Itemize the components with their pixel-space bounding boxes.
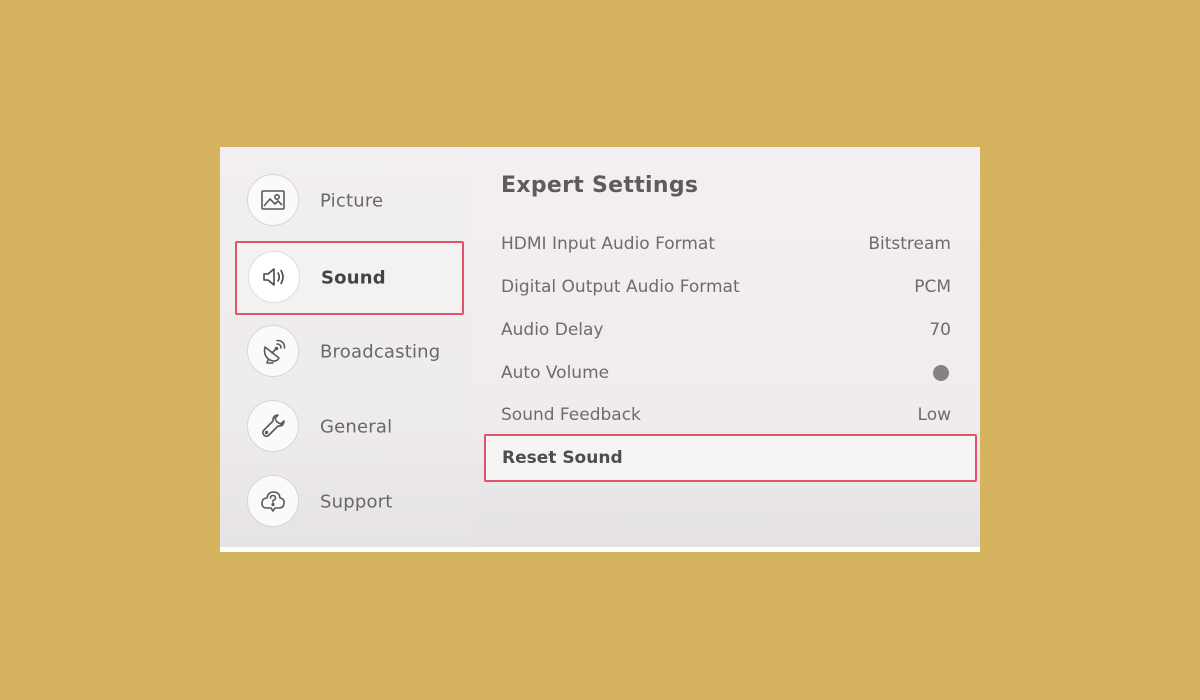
setting-label: Auto Volume [501, 363, 610, 383]
setting-audio-delay[interactable]: Audio Delay 70 [501, 315, 951, 345]
sidebar-item-label: Picture [320, 190, 384, 212]
setting-auto-volume[interactable]: Auto Volume [501, 358, 951, 388]
reset-sound-button[interactable]: Reset Sound [484, 434, 977, 482]
satellite-dish-icon [247, 325, 299, 377]
sidebar-item-support[interactable]: Support [234, 465, 464, 539]
sidebar-item-label: Support [320, 491, 393, 513]
screen-bottom-edge [220, 547, 980, 552]
setting-sound-feedback[interactable]: Sound Feedback Low [501, 400, 951, 430]
sidebar-item-picture[interactable]: Picture [234, 164, 464, 238]
tv-settings-screen: Picture Sound Broadcasting General Suppo… [220, 147, 980, 552]
sidebar-item-general[interactable]: General [234, 390, 464, 464]
expert-settings-panel: Expert Settings HDMI Input Audio Format … [474, 147, 980, 547]
setting-hdmi-input-audio-format[interactable]: HDMI Input Audio Format Bitstream [501, 229, 951, 259]
picture-icon [247, 174, 299, 226]
support-cloud-icon [247, 475, 299, 527]
sidebar-item-label: General [320, 416, 393, 438]
speaker-icon [248, 251, 300, 303]
sidebar-item-label: Sound [321, 267, 386, 289]
setting-value: PCM [914, 277, 951, 297]
setting-label: HDMI Input Audio Format [501, 234, 716, 254]
setting-value: 70 [929, 320, 951, 340]
page-title: Expert Settings [501, 173, 699, 198]
setting-label: Digital Output Audio Format [501, 277, 740, 297]
setting-label: Audio Delay [501, 320, 604, 340]
setting-digital-output-audio-format[interactable]: Digital Output Audio Format PCM [501, 272, 951, 302]
sidebar-item-label: Broadcasting [320, 341, 441, 363]
setting-value: Low [917, 405, 951, 425]
setting-value: Bitstream [868, 234, 951, 254]
sidebar-item-sound[interactable]: Sound [235, 241, 464, 315]
sidebar-item-broadcasting[interactable]: Broadcasting [234, 315, 464, 389]
wrench-icon [247, 400, 299, 452]
settings-sidebar: Picture Sound Broadcasting General Suppo… [220, 147, 474, 547]
auto-volume-toggle-icon[interactable] [933, 365, 949, 381]
setting-label: Sound Feedback [501, 405, 641, 425]
reset-sound-label: Reset Sound [502, 448, 623, 468]
